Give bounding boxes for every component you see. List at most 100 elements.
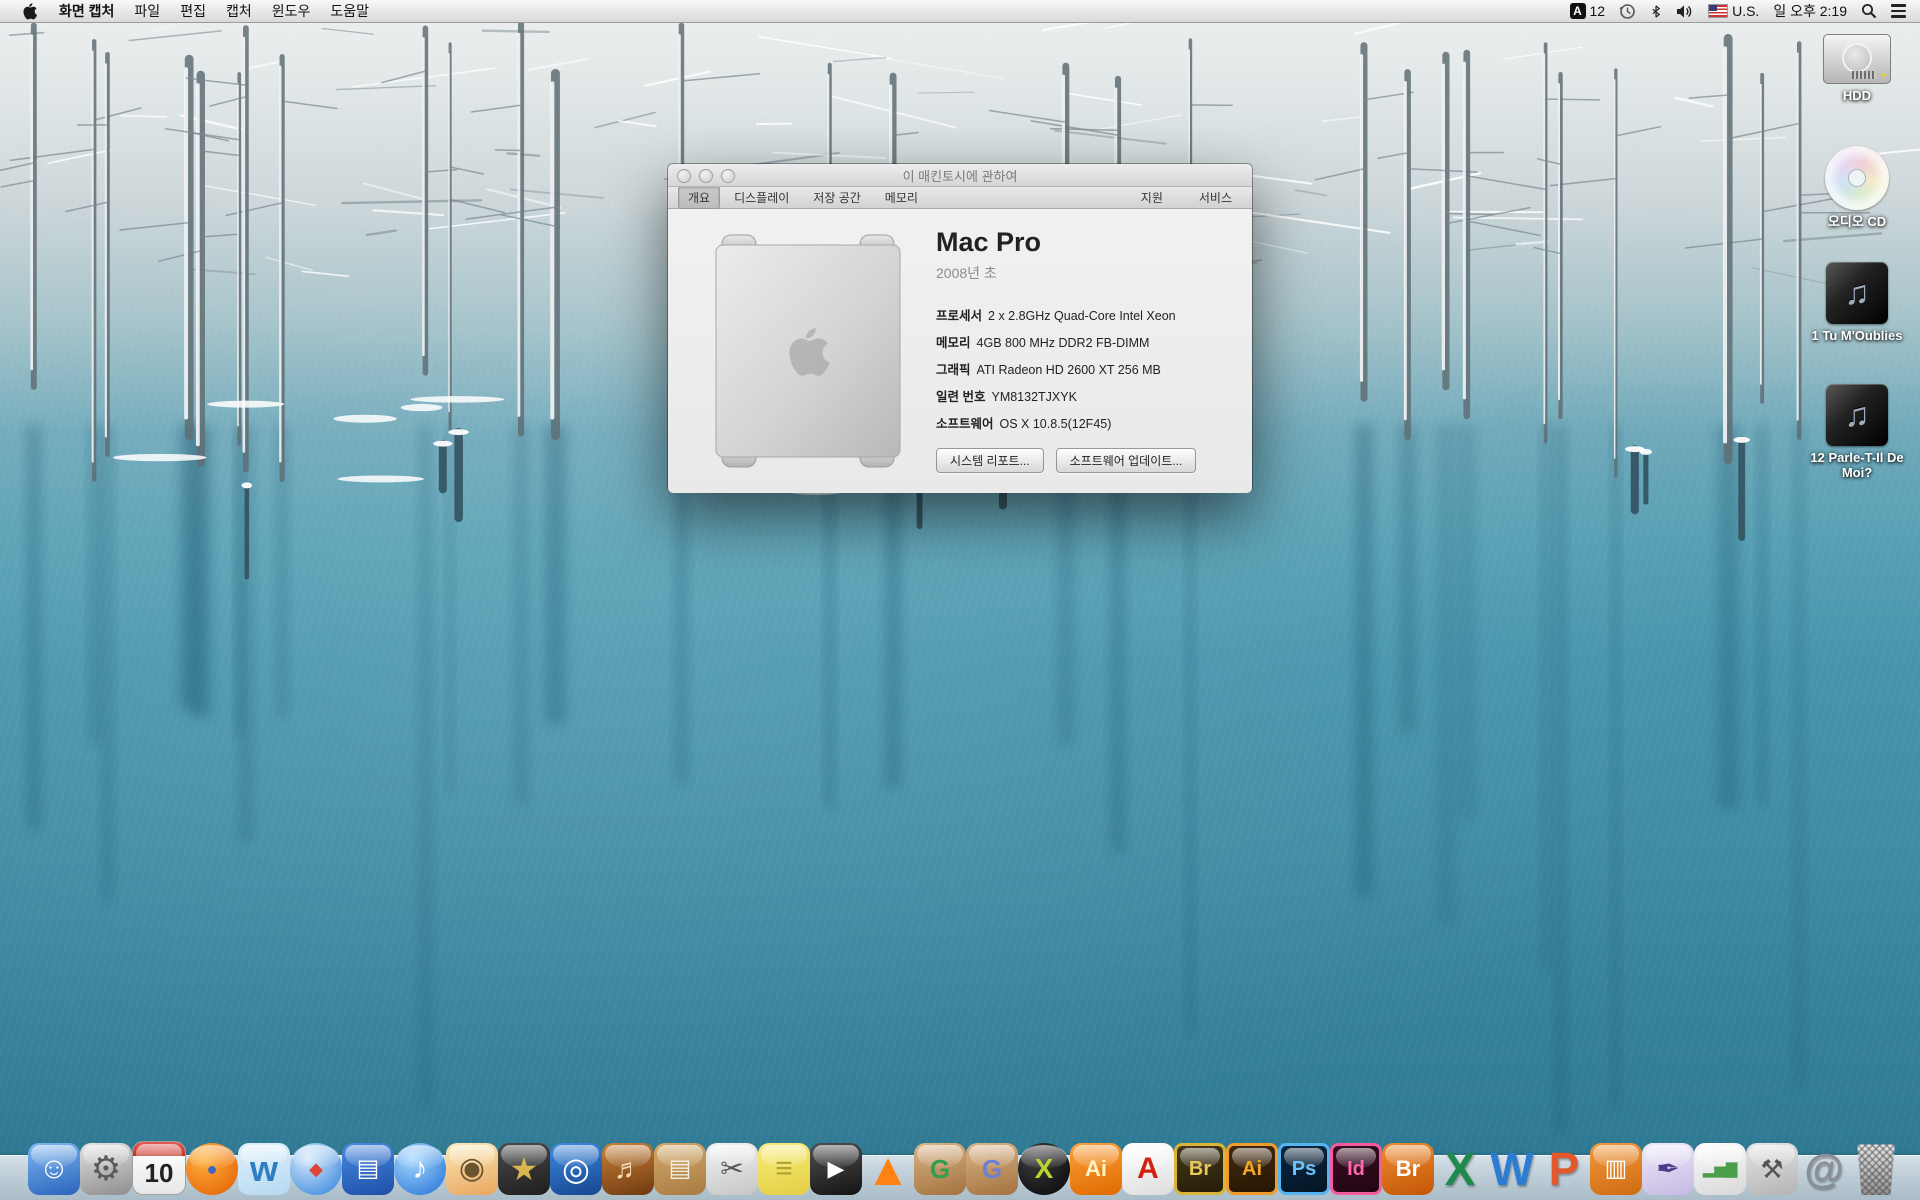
dock-firefox[interactable]: ● <box>186 1143 238 1195</box>
model-year: 2008년 초 <box>936 263 1236 283</box>
menu-item-1[interactable]: 파일 <box>124 0 170 23</box>
dock-idvd[interactable]: ◎ <box>550 1143 602 1195</box>
spec-list: 프로세서2 x 2.8GHz Quad-Core Intel Xeon 메모리 4G… <box>936 309 1236 431</box>
close-button[interactable] <box>677 169 691 183</box>
menu-item-2[interactable]: 편집 <box>170 0 216 23</box>
desktop-icon-audio-cd[interactable]: 오디오 CD <box>1799 146 1915 229</box>
desktop-icon-track-12[interactable]: ♫ 12 Parle-T-Il De Moi? <box>1799 384 1915 480</box>
us-flag-icon <box>1708 4 1728 18</box>
menu-item-3[interactable]: 캡처 <box>216 0 262 23</box>
toast-glyph: ▤ <box>357 1157 380 1181</box>
input-source-status[interactable]: U.S. <box>1708 3 1759 19</box>
apple-icon <box>22 2 37 20</box>
hardware-utility-glyph: ⚒ <box>1760 1156 1783 1182</box>
dock-iphoto[interactable]: ◉ <box>446 1143 498 1195</box>
dock-numbers[interactable]: ▂▅▇ <box>1694 1143 1746 1195</box>
dock-bridge-cs6[interactable]: Br <box>1174 1143 1226 1195</box>
window-buttons: 시스템 리포트... 소프트웨어 업데이트... <box>936 448 1196 473</box>
dock-keynote[interactable]: ▥ <box>1590 1143 1642 1195</box>
notification-center-button[interactable] <box>1891 4 1906 18</box>
bluetooth-status[interactable] <box>1650 3 1662 20</box>
acrobat-glyph: A <box>1137 1154 1159 1184</box>
spec-label: 메모리 <box>936 336 971 350</box>
spec-row: 그래픽ATI Radeon HD 2600 XT 256 MB <box>936 363 1236 377</box>
desktop-icon-track-1[interactable]: ♫ 1 Tu M'Oublies <box>1799 262 1915 343</box>
bluetooth-icon <box>1650 3 1662 20</box>
dock-stickies[interactable]: ≡ <box>758 1143 810 1195</box>
spec-label: 프로세서 <box>936 309 982 323</box>
spotlight-button[interactable] <box>1861 3 1877 19</box>
dock-media-player[interactable]: ▶ <box>810 1143 862 1195</box>
dock-illustrator-cs6[interactable]: Ai <box>1226 1143 1278 1195</box>
dock-stuffit-expander[interactable]: G <box>914 1143 966 1195</box>
window-button-1[interactable]: 소프트웨어 업데이트... <box>1056 448 1197 473</box>
pages-glyph: ✒ <box>1656 1155 1679 1183</box>
tab-0[interactable]: 개요 <box>678 186 720 209</box>
time-machine-status[interactable] <box>1619 3 1636 20</box>
internet-shortcut-glyph: @ <box>1804 1149 1843 1189</box>
dock-itunes[interactable]: ♪ <box>394 1143 446 1195</box>
music-note-icon: ♫ <box>1844 274 1870 313</box>
dock-vlc[interactable]: ▲ <box>862 1143 914 1195</box>
app-menus: 화면 캡처파일편집캡처윈도우도움말 <box>49 0 379 23</box>
toolbar-link-1[interactable]: 서비스 <box>1189 186 1242 209</box>
dock-photoshop-cs6[interactable]: Ps <box>1278 1143 1330 1195</box>
dock-powerpoint[interactable]: P <box>1538 1143 1590 1195</box>
dock-w-globe-app[interactable]: w <box>238 1143 290 1195</box>
input-badge-status[interactable]: A 12 <box>1570 3 1606 19</box>
minimize-button[interactable] <box>699 169 713 183</box>
dock-garageband[interactable]: ♬ <box>602 1143 654 1195</box>
system-preferences-glyph: ⚙ <box>91 1152 121 1186</box>
dock-photo-clip-app[interactable]: ✂ <box>706 1143 758 1195</box>
menu-item-5[interactable]: 도움말 <box>320 0 379 23</box>
window-titlebar[interactable]: 이 매킨토시에 관하여 <box>668 164 1252 187</box>
time-machine-icon <box>1619 3 1636 20</box>
dock-corkboard-app[interactable]: ▤ <box>654 1143 706 1195</box>
menu-bar: 화면 캡처파일편집캡처윈도우도움말 A 12 U.S. <box>0 0 1920 23</box>
tab-2[interactable]: 저장 공간 <box>803 186 871 209</box>
dock-safari[interactable]: ◆ <box>290 1143 342 1195</box>
dock-excel[interactable]: X <box>1434 1143 1486 1195</box>
a-badge-icon: A <box>1570 3 1586 19</box>
dock-hardware-utility[interactable]: ⚒ <box>1746 1143 1798 1195</box>
dock-system-preferences[interactable]: ⚙ <box>80 1143 132 1195</box>
spec-value: 4GB 800 MHz DDR2 FB-DIMM <box>977 336 1150 350</box>
dock-illustrator-cs5[interactable]: Ai <box>1070 1143 1122 1195</box>
dock-finder[interactable]: ☺ <box>28 1143 80 1195</box>
spec-row: 프로세서2 x 2.8GHz Quad-Core Intel Xeon <box>936 309 1236 323</box>
desktop-icon-hdd[interactable]: HDD <box>1799 34 1915 103</box>
dock-archive-extractor[interactable]: G <box>966 1143 1018 1195</box>
itunes-glyph: ♪ <box>413 1154 428 1184</box>
tab-1[interactable]: 디스플레이 <box>724 186 799 209</box>
input-source-label: U.S. <box>1732 3 1759 19</box>
desktop-icon-label: HDD <box>1799 88 1915 103</box>
dock-pages[interactable]: ✒ <box>1642 1143 1694 1195</box>
clock-status[interactable]: 일 오후 2:19 <box>1773 1 1847 21</box>
illustrator-cs5-glyph: Ai <box>1085 1158 1107 1180</box>
volume-status[interactable] <box>1676 4 1694 19</box>
window-button-0[interactable]: 시스템 리포트... <box>936 448 1044 473</box>
dock-imovie[interactable]: ★ <box>498 1143 550 1195</box>
apple-menu[interactable] <box>12 2 45 20</box>
dock-internet-shortcut[interactable]: @ <box>1798 1143 1850 1195</box>
menu-item-4[interactable]: 윈도우 <box>262 0 321 23</box>
illustrator-cs6-glyph: Ai <box>1242 1159 1262 1179</box>
dock-word[interactable]: W <box>1486 1143 1538 1195</box>
dock-acrobat[interactable]: A <box>1122 1143 1174 1195</box>
finder-glyph: ☺ <box>39 1154 70 1184</box>
mac-pro-image <box>690 221 926 481</box>
zoom-button[interactable] <box>721 169 735 183</box>
toolbar-link-0[interactable]: 지원 <box>1131 186 1173 209</box>
keynote-glyph: ▥ <box>1605 1157 1628 1181</box>
x-media-app-glyph: X <box>1035 1155 1054 1183</box>
spec-value: ATI Radeon HD 2600 XT 256 MB <box>977 363 1161 377</box>
dock-indesign-cs6[interactable]: Id <box>1330 1143 1382 1195</box>
dock-x-media-app[interactable]: X <box>1018 1143 1070 1195</box>
menu-item-0[interactable]: 화면 캡처 <box>49 0 124 23</box>
spec-label: 소프트웨어 <box>936 417 994 431</box>
dock-calendar[interactable]: 10 <box>132 1141 186 1195</box>
dock-toast[interactable]: ▤ <box>342 1143 394 1195</box>
volume-icon <box>1676 4 1694 19</box>
tab-3[interactable]: 메모리 <box>875 186 928 209</box>
dock-bridge-cs5[interactable]: Br <box>1382 1143 1434 1195</box>
